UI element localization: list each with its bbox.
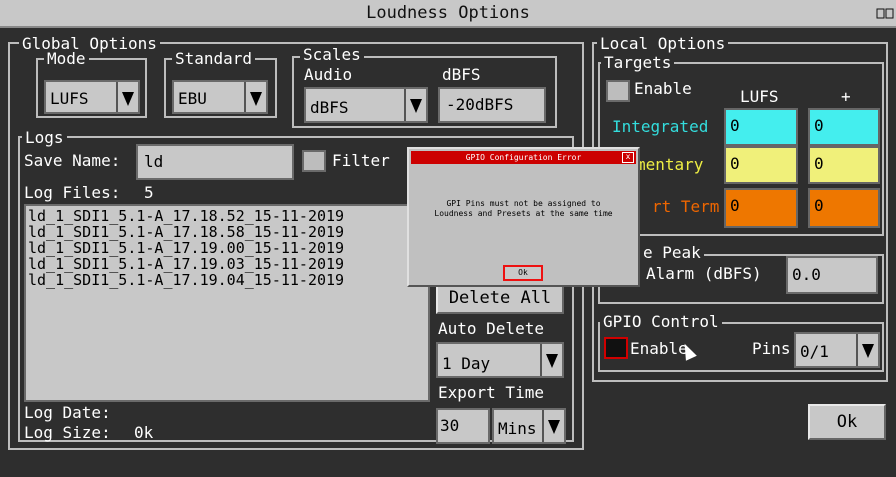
auto-delete-label: Auto Delete: [438, 319, 544, 338]
local-options-title: Local Options: [597, 36, 729, 52]
targets-enable-checkbox[interactable]: [606, 80, 630, 102]
integrated-label: Integrated: [612, 117, 709, 136]
col-lufs-label: LUFS: [740, 87, 779, 106]
filter-label: Filter: [332, 151, 390, 170]
chevron-down-icon[interactable]: [542, 410, 564, 442]
window-title: Loudness Options: [366, 3, 530, 23]
global-options-title: Global Options: [19, 36, 160, 52]
export-unit-select[interactable]: Mins: [492, 408, 566, 444]
alarm-label: Alarm (dBFS): [646, 264, 762, 283]
targets-title: Targets: [601, 55, 675, 71]
short-term-lufs-field[interactable]: 0: [724, 188, 798, 228]
export-time-field[interactable]: 30: [436, 408, 490, 444]
chevron-down-icon[interactable]: [540, 344, 562, 376]
dialog-message-line1: GPI Pins must not be assigned to: [446, 199, 601, 208]
audio-label: Audio: [304, 65, 353, 84]
integrated-plus-field[interactable]: 0: [808, 108, 880, 146]
true-peak-title: e Peak: [640, 245, 704, 261]
dialog-ok-button[interactable]: Ok: [503, 265, 543, 281]
ok-button[interactable]: Ok: [808, 404, 886, 440]
audio-scale-value: dBFS: [310, 98, 349, 117]
standard-select[interactable]: EBU: [172, 80, 268, 114]
list-item[interactable]: ld_1_SDI1_5.1-A_17.19.04_15-11-2019: [28, 272, 426, 288]
log-size-value: 0k: [134, 423, 154, 442]
momentary-label: mentary: [636, 155, 704, 174]
pins-label: Pins: [752, 339, 791, 358]
export-unit-value: Mins: [498, 419, 537, 438]
log-size-label: Log Size:: [24, 423, 111, 442]
auto-delete-value: 1 Day: [442, 354, 491, 373]
mode-value: LUFS: [50, 89, 89, 108]
pins-value: 0/1: [800, 342, 829, 361]
short-term-label: rt Term: [652, 197, 720, 216]
standard-value: EBU: [178, 89, 207, 108]
momentary-plus-field[interactable]: 0: [808, 146, 880, 184]
log-file-list[interactable]: ld_1_SDI1_5.1-A_17.18.52_15-11-2019 ld_1…: [24, 204, 430, 402]
standard-label: Standard: [172, 51, 256, 67]
restore-icon[interactable]: [876, 8, 894, 20]
list-item[interactable]: ld_1_SDI1_5.1-A_17.18.58_15-11-2019: [28, 224, 426, 240]
col-plus-label: +: [841, 87, 851, 106]
gpio-control-title: GPIO Control: [600, 314, 722, 330]
gpio-enable-label: Enable: [630, 339, 688, 358]
loudness-options-window: Loudness Options Global Options Mode LUF…: [0, 0, 896, 477]
pins-select[interactable]: 0/1: [794, 332, 880, 368]
save-name-label: Save Name:: [24, 151, 121, 170]
save-name-field[interactable]: ld: [136, 144, 294, 180]
mode-select[interactable]: LUFS: [44, 80, 140, 114]
log-files-label: Log Files:: [24, 183, 121, 202]
logs-title: Logs: [22, 130, 67, 146]
integrated-lufs-field[interactable]: 0: [724, 108, 798, 146]
list-item[interactable]: ld_1_SDI1_5.1-A_17.19.00_15-11-2019: [28, 240, 426, 256]
alarm-field[interactable]: 0.0: [786, 256, 878, 294]
export-time-label: Export Time: [438, 383, 544, 402]
dbfs-field[interactable]: -20dBFS: [438, 87, 546, 123]
log-date-label: Log Date:: [24, 403, 111, 422]
auto-delete-select[interactable]: 1 Day: [436, 342, 564, 378]
chevron-down-icon[interactable]: [404, 89, 426, 121]
mode-label: Mode: [44, 51, 89, 67]
targets-enable-label: Enable: [634, 79, 692, 98]
dialog-message-line2: Loudness and Presets at the same time: [434, 209, 613, 218]
scales-label: Scales: [300, 47, 364, 63]
chevron-down-icon[interactable]: [116, 82, 138, 112]
dialog-title: GPIO Configuration Error: [465, 153, 582, 162]
close-icon[interactable]: x: [622, 152, 634, 163]
title-bar: Loudness Options: [0, 0, 896, 28]
filter-checkbox[interactable]: [302, 150, 326, 172]
chevron-down-icon[interactable]: [244, 82, 266, 112]
dialog-message: GPI Pins must not be assigned to Loudnes…: [409, 199, 638, 219]
chevron-down-icon[interactable]: [856, 334, 878, 366]
gpio-error-dialog: GPIO Configuration Error x GPI Pins must…: [407, 147, 640, 287]
log-files-count: 5: [144, 183, 154, 202]
dialog-title-bar: GPIO Configuration Error x: [411, 151, 636, 164]
dbfs-label: dBFS: [442, 65, 481, 84]
short-term-plus-field[interactable]: 0: [808, 188, 880, 228]
gpio-enable-checkbox[interactable]: [604, 337, 628, 359]
list-item[interactable]: ld_1_SDI1_5.1-A_17.18.52_15-11-2019: [28, 208, 426, 224]
momentary-lufs-field[interactable]: 0: [724, 146, 798, 184]
audio-scale-select[interactable]: dBFS: [304, 87, 428, 123]
list-item[interactable]: ld_1_SDI1_5.1-A_17.19.03_15-11-2019: [28, 256, 426, 272]
